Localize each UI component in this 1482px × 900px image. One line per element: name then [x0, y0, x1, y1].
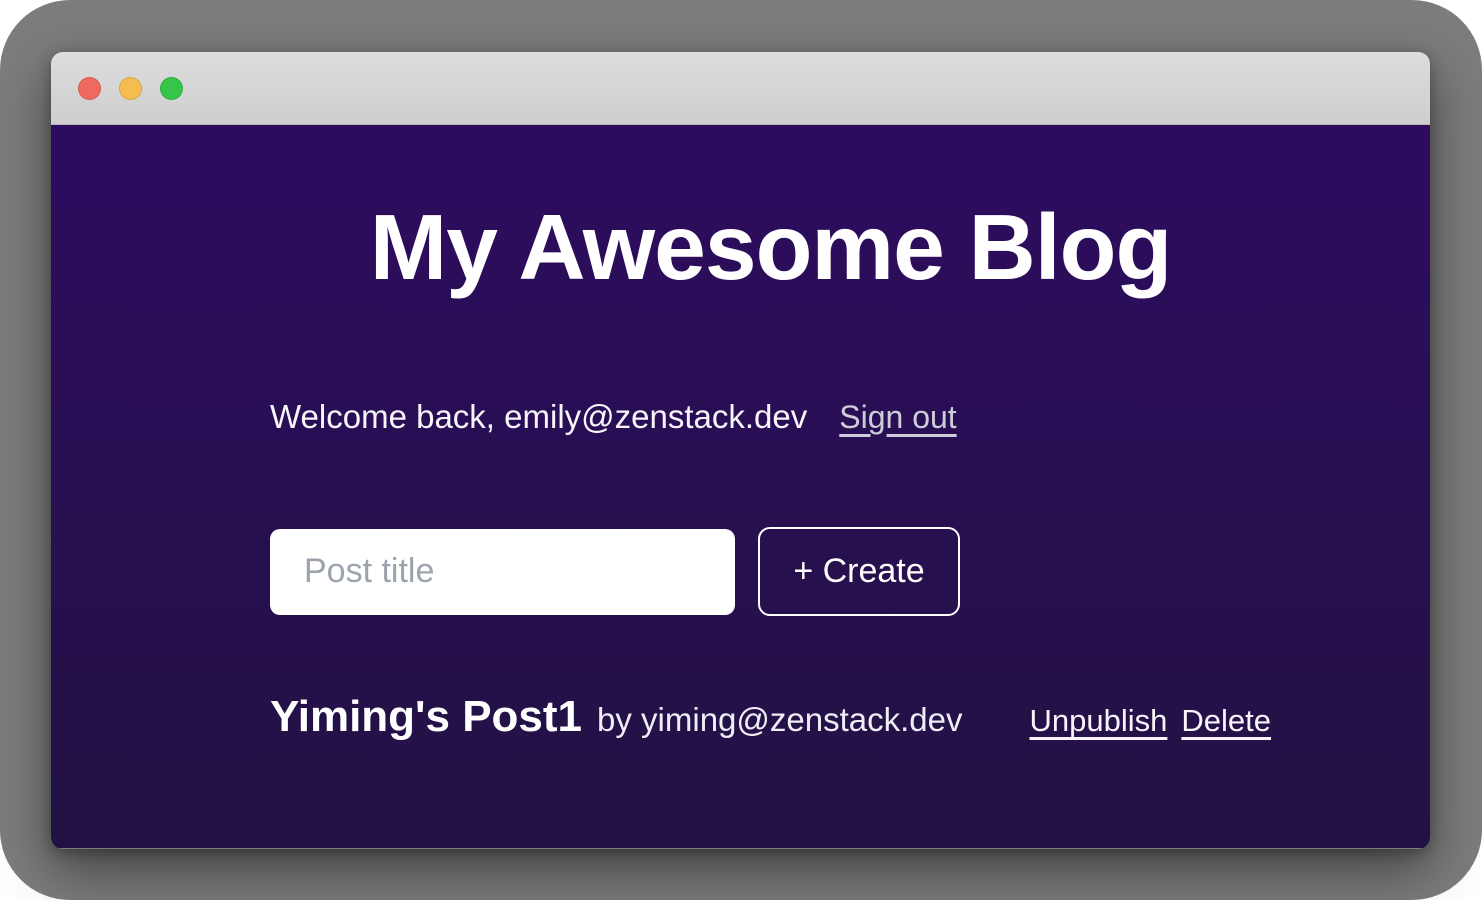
welcome-row: Welcome back, emily@zenstack.dev Sign ou… [270, 397, 1271, 437]
post-info: Yiming's Post1 by yiming@zenstack.dev [270, 692, 963, 742]
screen-backdrop: My Awesome Blog Welcome back, emily@zens… [0, 0, 1482, 900]
close-window-button[interactable] [78, 77, 101, 100]
create-post-button[interactable]: + Create [758, 527, 960, 616]
app-window: My Awesome Blog Welcome back, emily@zens… [51, 52, 1430, 849]
unpublish-link[interactable]: Unpublish [1030, 703, 1168, 739]
minimize-window-button[interactable] [119, 77, 142, 100]
welcome-message: Welcome back, emily@zenstack.dev [270, 397, 807, 437]
page-title: My Awesome Blog [270, 125, 1271, 297]
post-actions: Unpublish Delete [1030, 703, 1271, 739]
blog-page: My Awesome Blog Welcome back, emily@zens… [51, 125, 1430, 848]
post-author-text: by yiming@zenstack.dev [597, 701, 962, 739]
post-list-item: Yiming's Post1 by yiming@zenstack.dev Un… [270, 692, 1271, 742]
post-title-text: Yiming's Post1 [270, 692, 582, 742]
content-container: My Awesome Blog Welcome back, emily@zens… [270, 125, 1271, 742]
post-composer: + Create [270, 527, 1271, 616]
post-title-input[interactable] [270, 529, 735, 615]
sign-out-link[interactable]: Sign out [839, 397, 956, 437]
delete-link[interactable]: Delete [1181, 703, 1271, 739]
window-titlebar [51, 52, 1430, 125]
zoom-window-button[interactable] [160, 77, 183, 100]
